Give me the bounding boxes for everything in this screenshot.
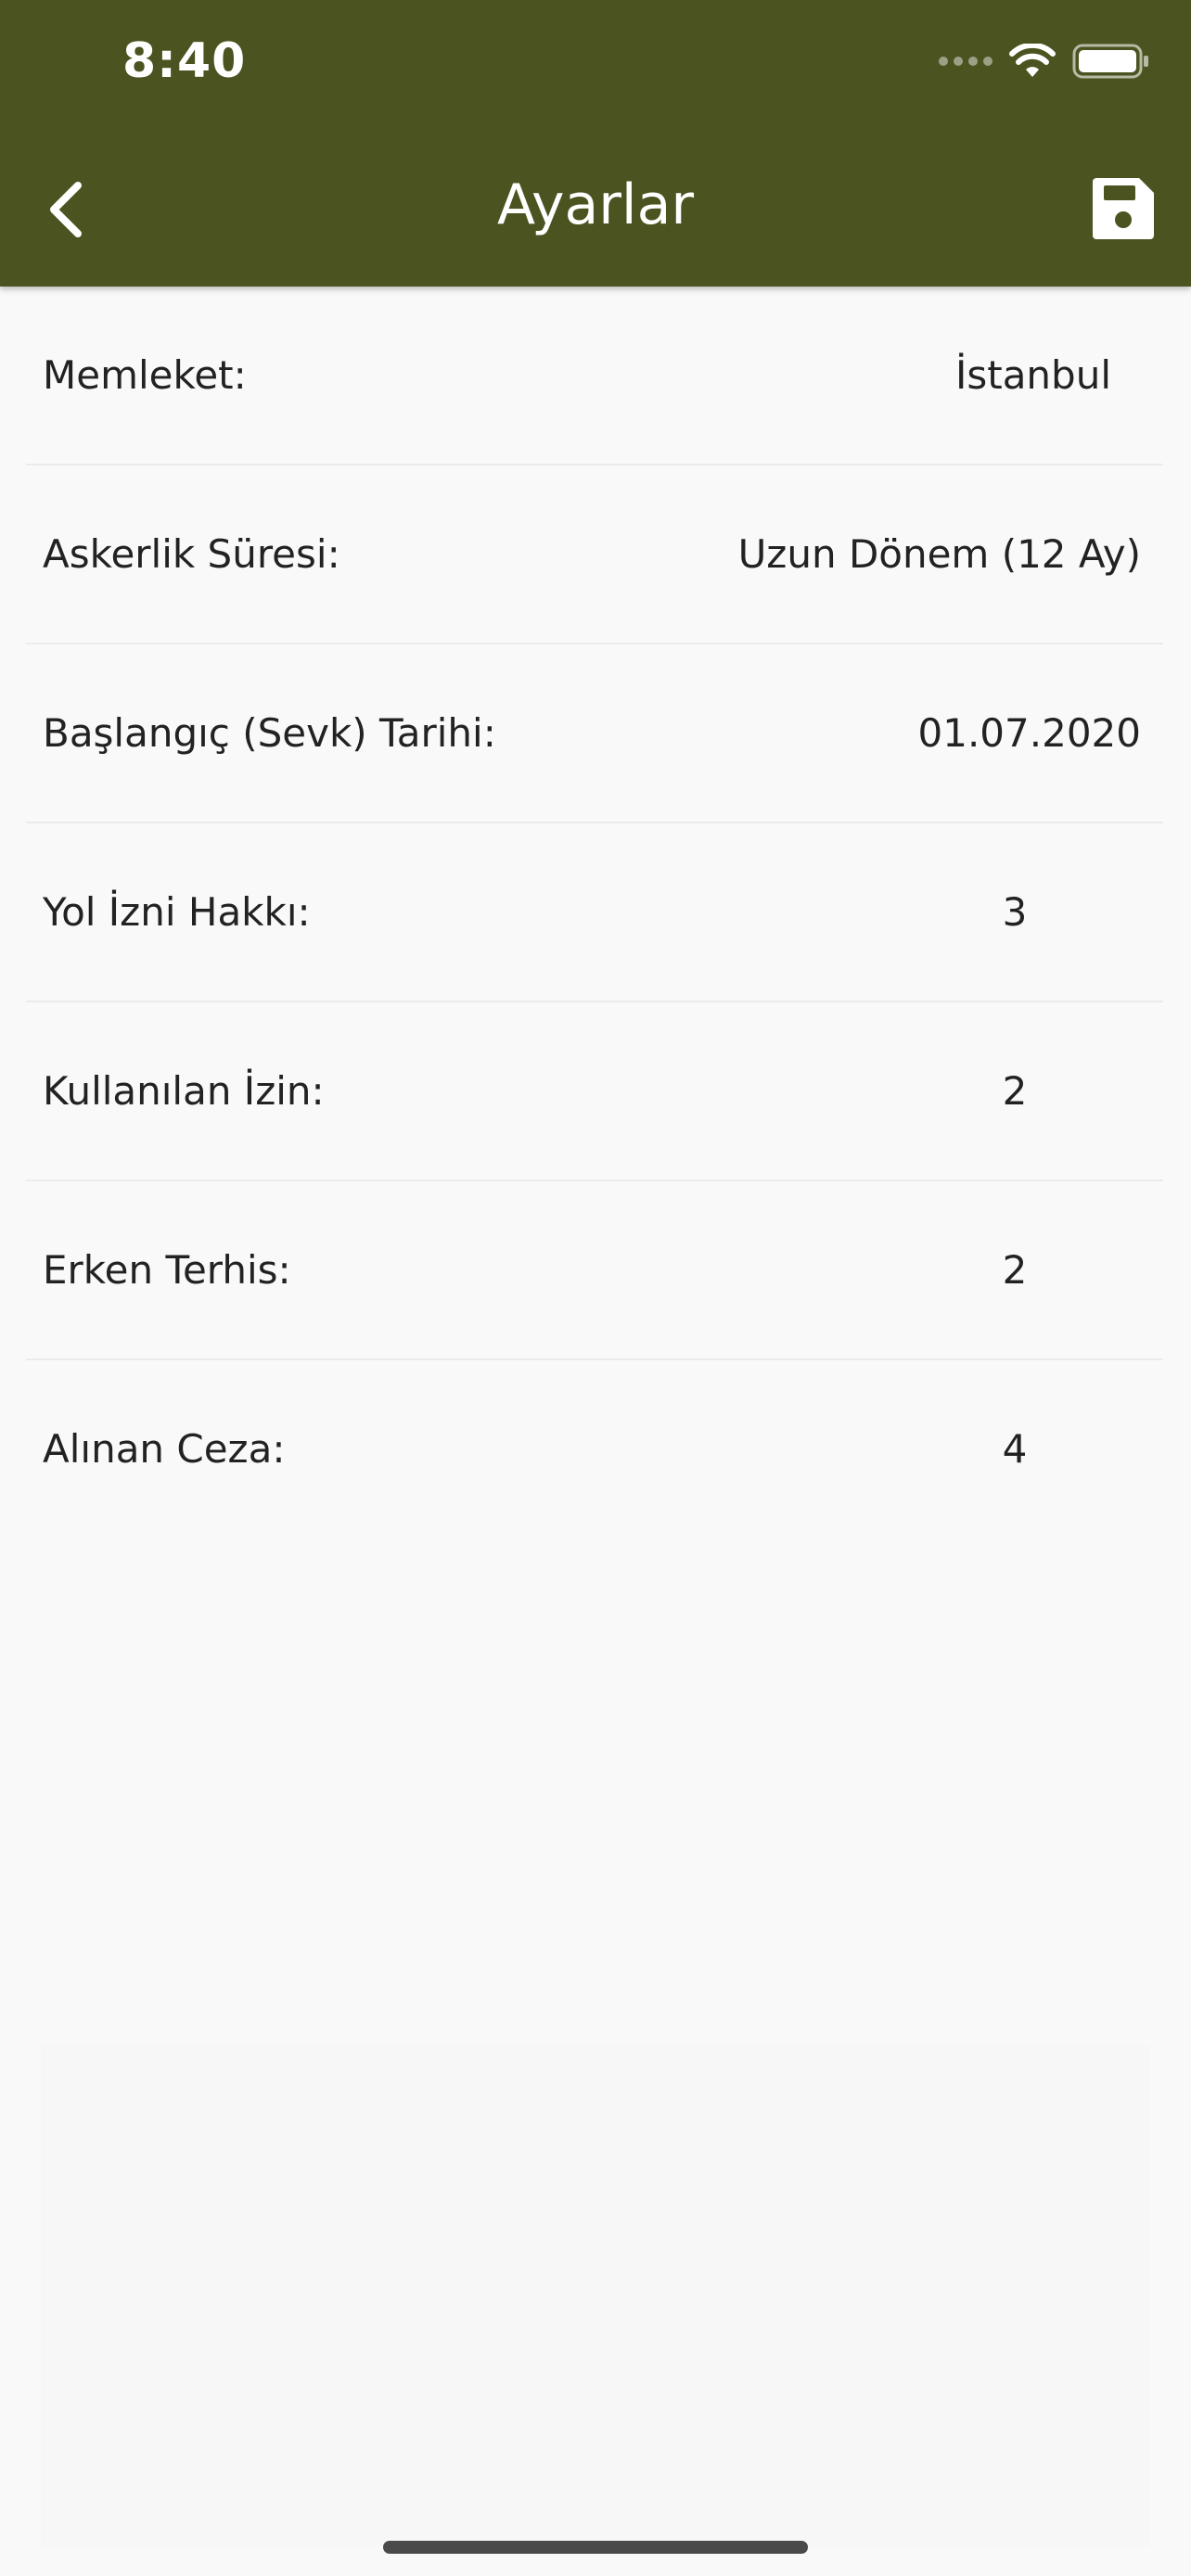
setting-label: Kullanılan İzin: [43, 1068, 325, 1114]
status-time: 8:40 [122, 33, 247, 89]
setting-label: Memleket: [43, 352, 247, 398]
setting-row-askerlik-suresi[interactable]: Askerlik Süresi: Uzun Dönem (12 Ay) [26, 465, 1163, 644]
bottom-panel [41, 2046, 1150, 2546]
setting-row-alinan-ceza[interactable]: Alınan Ceza: 4 [26, 1360, 1163, 1537]
home-indicator[interactable] [383, 2541, 808, 2554]
setting-value: 01.07.2020 [917, 710, 1141, 756]
cellular-signal-icon [939, 57, 992, 66]
setting-label: Başlangıç (Sevk) Tarihi: [43, 710, 496, 756]
setting-value: 2 [1002, 1068, 1028, 1114]
setting-row-kullanilan-izin[interactable]: Kullanılan İzin: 2 [26, 1002, 1163, 1181]
setting-row-yol-izni-hakki[interactable]: Yol İzni Hakkı: 3 [26, 823, 1163, 1002]
setting-label: Yol İzni Hakkı: [43, 889, 311, 935]
status-icons [939, 43, 1150, 80]
setting-value: 4 [1002, 1426, 1028, 1472]
settings-list: Memleket: İstanbul Askerlik Süresi: Uzun… [26, 287, 1163, 1537]
page-title: Ayarlar [496, 172, 695, 237]
setting-row-baslangic-tarihi[interactable]: Başlangıç (Sevk) Tarihi: 01.07.2020 [26, 644, 1163, 823]
setting-value: Uzun Dönem (12 Ay) [737, 531, 1141, 577]
setting-value: 2 [1002, 1247, 1028, 1293]
setting-label: Erken Terhis: [43, 1247, 291, 1293]
wifi-icon [1009, 44, 1056, 77]
header-bar: 8:40 Ayarlar [0, 0, 1191, 287]
save-button[interactable] [1091, 176, 1156, 241]
setting-label: Askerlik Süresi: [43, 531, 340, 577]
setting-value: 3 [1002, 889, 1028, 935]
setting-row-memleket[interactable]: Memleket: İstanbul [26, 287, 1163, 465]
setting-value: İstanbul [954, 352, 1111, 398]
floppy-disk-icon [1093, 178, 1154, 239]
setting-row-erken-terhis[interactable]: Erken Terhis: 2 [26, 1181, 1163, 1360]
settings-screen: 8:40 Ayarlar Memleket: İstanbul Askerlik… [0, 0, 1191, 2576]
battery-icon [1072, 44, 1148, 79]
setting-label: Alınan Ceza: [43, 1426, 286, 1472]
